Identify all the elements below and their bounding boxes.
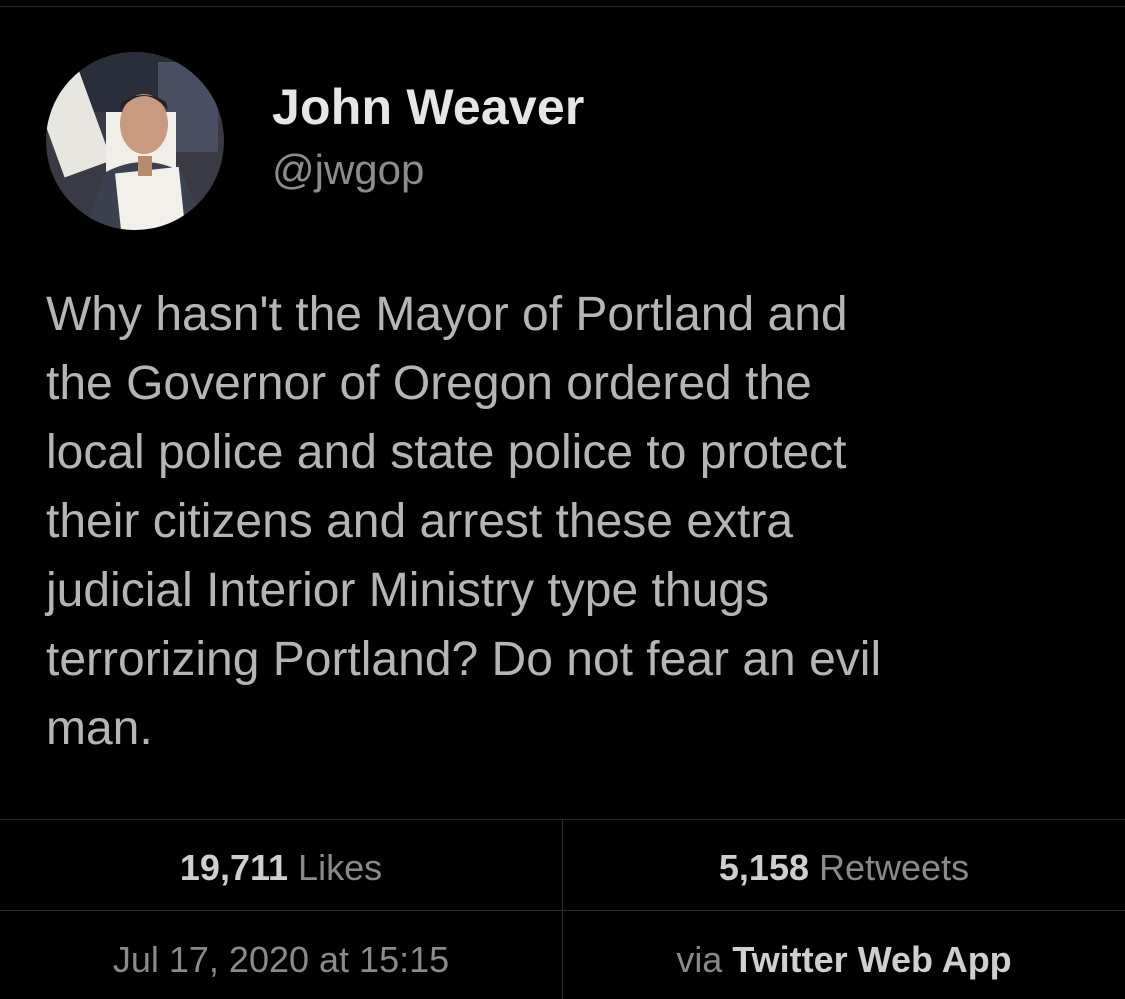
likes-label: Likes xyxy=(298,847,383,888)
retweets-label: Retweets xyxy=(819,847,970,888)
tweet-header: John Weaver @jwgop xyxy=(46,52,585,230)
retweets-count: 5,158 xyxy=(718,847,809,888)
avatar[interactable] xyxy=(46,52,224,230)
tweet-source[interactable]: via Twitter Web App xyxy=(563,939,1125,981)
avatar-photo xyxy=(46,52,224,230)
likes-count: 19,711 xyxy=(179,847,289,888)
source-app: Twitter Web App xyxy=(732,939,1012,980)
likes-stat[interactable]: 19,711 Likes xyxy=(0,847,562,889)
user-handle[interactable]: @jwgop xyxy=(272,147,585,193)
display-name[interactable]: John Weaver xyxy=(272,80,585,135)
tweet-text: Why hasn't the Mayor of Portland and the… xyxy=(46,288,882,755)
top-divider xyxy=(0,6,1125,7)
timestamp-text: Jul 17, 2020 at 15:15 xyxy=(112,939,450,980)
tweet-timestamp: Jul 17, 2020 at 15:15 xyxy=(0,939,562,981)
tweet-stats: 19,711 Likes 5,158 Retweets Jul 17, 2020… xyxy=(0,819,1125,999)
author-names: John Weaver @jwgop xyxy=(272,80,585,193)
retweets-stat[interactable]: 5,158 Retweets xyxy=(563,847,1125,889)
via-prefix: via xyxy=(676,939,723,980)
